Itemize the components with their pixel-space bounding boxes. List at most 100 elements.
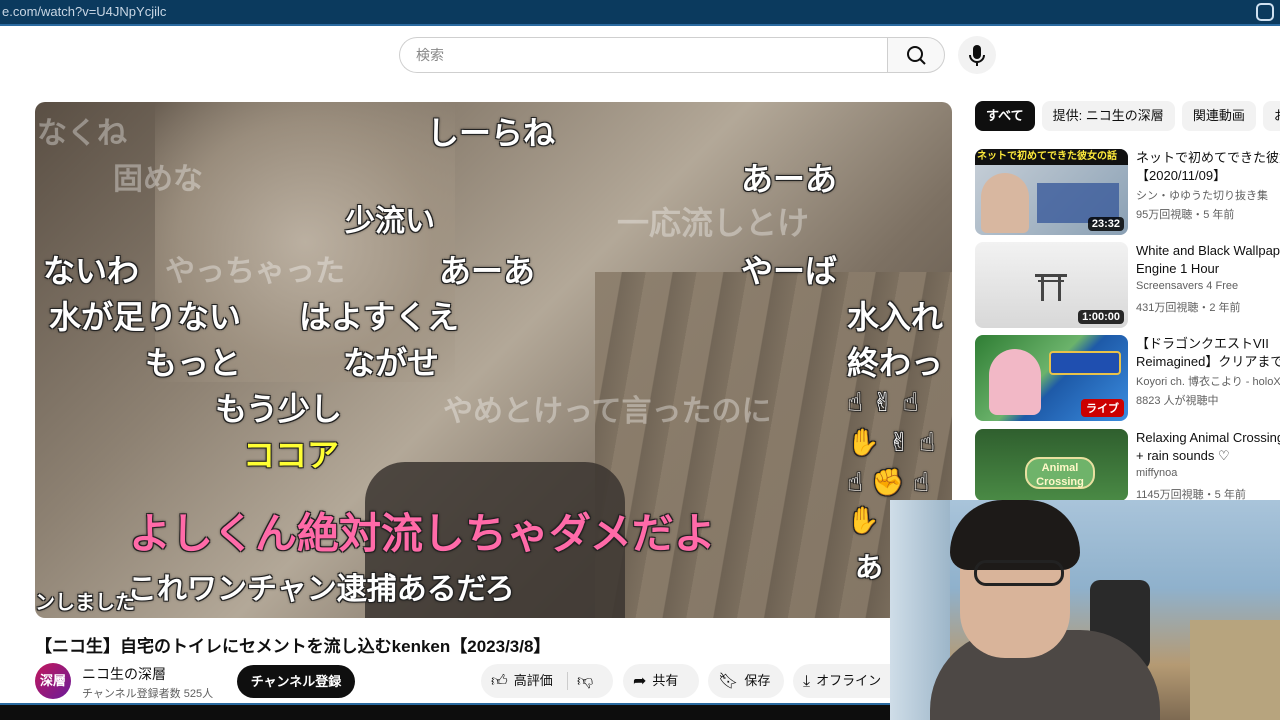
hand-emoji-icon: ☝ ✊ ☝	[847, 468, 930, 498]
danmaku-comment: 一応流しとけ	[617, 204, 810, 242]
recommended-video[interactable]: ネットで初めてできた彼女の話 23:32 ネットで初めてできた彼女 【2020/1…	[975, 149, 1280, 237]
microphone-icon	[969, 45, 985, 66]
chip-more[interactable]: お	[1262, 101, 1280, 131]
offline-label: オフライン	[816, 673, 882, 688]
search-button[interactable]	[887, 37, 945, 73]
danmaku-comment: しーらね	[427, 114, 556, 152]
danmaku-comment: 終わっ	[847, 344, 944, 382]
danmaku-comment: はよすくえ	[299, 298, 460, 336]
channel-avatar[interactable]: 深層	[35, 663, 71, 699]
recommended-title: 【ドラゴンクエストVII Reimagined】クリアまで	[1136, 335, 1280, 371]
title-line: + rain sounds ♡	[1136, 448, 1230, 463]
recommended-meta: 8823 人が視聴中	[1136, 395, 1219, 407]
danmaku-comment: ながせ	[343, 344, 440, 382]
download-icon: ⤓	[803, 672, 811, 690]
copilot-icon[interactable]	[1256, 3, 1274, 21]
recommended-title: White and Black Wallpape Engine 1 Hour	[1136, 242, 1280, 278]
like-dislike-group: 👍︎ 高評価 👎︎	[481, 664, 613, 698]
chip-related[interactable]: 関連動画	[1181, 101, 1256, 131]
live-badge: ライブ	[1081, 399, 1124, 417]
offline-download-button[interactable]: ⤓ オフライン	[793, 664, 890, 698]
like-label: 高評価	[513, 673, 553, 688]
voice-search-button[interactable]	[958, 36, 996, 74]
recommended-channel[interactable]: シン・ゆゆうた切り抜き集	[1136, 187, 1280, 203]
danmaku-comment: ないわ	[43, 252, 140, 290]
subscriber-count: チャンネル登録者数 525人	[82, 688, 214, 700]
hand-emoji-icon: ✋	[847, 506, 880, 536]
chip-all[interactable]: すべて	[975, 101, 1035, 131]
thumbnail-character	[989, 349, 1041, 415]
recommended-channel[interactable]: Koyori ch. 博衣こより - holoX	[1136, 373, 1280, 389]
video-duration: 23:32	[1087, 217, 1124, 231]
save-button[interactable]: 🔖︎ 保存	[708, 664, 784, 698]
danmaku-comment: なくね	[37, 116, 127, 151]
thumbs-up-icon: 👍︎	[491, 672, 508, 690]
address-bar[interactable]: e.com/watch?v=U4JNpYcjilc	[0, 0, 1280, 26]
danmaku-comment: 固めな	[113, 162, 203, 197]
webcam-shelf	[1190, 620, 1280, 720]
danmaku-comment: ココア	[243, 436, 340, 474]
chip-from-channel[interactable]: 提供: ニコ生の深層	[1041, 101, 1175, 131]
danmaku-comment: これワンチャン逮捕あるだろ	[127, 572, 515, 607]
danmaku-comment: あーあ	[439, 252, 536, 290]
thumbnail-logo	[1049, 351, 1121, 375]
like-button[interactable]: 👍︎ 高評価	[481, 664, 567, 698]
video-thumbnail[interactable]: ライブ	[975, 335, 1128, 421]
share-button[interactable]: ➦ 共有	[623, 664, 699, 698]
danmaku-comment: やめとけって言ったのに	[443, 394, 772, 429]
recommended-meta: 431万回視聴・2 年前	[1136, 302, 1241, 314]
danmaku-comment: もっと	[145, 344, 242, 382]
danmaku-comment: やーば	[741, 252, 838, 290]
share-icon: ➦	[633, 672, 647, 690]
danmaku-comment: 少流い	[345, 204, 435, 239]
thumbnail-face	[981, 173, 1029, 233]
hand-emoji-icon: ☝ ✌ ☝	[847, 388, 919, 418]
danmaku-comment: やっちゃった	[165, 254, 345, 289]
title-line: Engine 1 Hour	[1136, 261, 1220, 276]
thumbnail-logo: Animal Crossing	[1025, 457, 1095, 489]
taskbar-edge	[0, 703, 890, 720]
divider	[567, 672, 568, 690]
recommended-video[interactable]: 1:00:00 White and Black Wallpape Engine 1…	[975, 242, 1280, 330]
recommended-video[interactable]: ライブ 【ドラゴンクエストVII Reimagined】クリアまで Koyori …	[975, 335, 1280, 423]
hand-emoji-icon: ✋ ✌ ☝	[847, 428, 936, 458]
title-line: Reimagined】クリアまで	[1136, 354, 1280, 369]
danmaku-comment: 水入れ	[847, 298, 944, 336]
bookmark-icon: 🔖︎	[718, 672, 739, 690]
subscribe-button[interactable]: チャンネル登録	[237, 665, 355, 698]
webcam-person-glasses	[974, 560, 1064, 586]
save-label: 保存	[744, 673, 771, 688]
thumbs-down-icon: 👎︎	[577, 672, 594, 690]
title-line: Relaxing Animal Crossing	[1136, 430, 1280, 445]
video-thumbnail[interactable]: ネットで初めてできた彼女の話 23:32	[975, 149, 1128, 235]
search-input[interactable]: 検索	[399, 37, 887, 73]
recommendation-filter-chips: すべて提供: ニコ生の深層関連動画お	[975, 101, 1280, 131]
recommended-channel[interactable]: miffynoa	[1136, 467, 1280, 479]
danmaku-comment: あーあ	[741, 160, 838, 198]
channel-name[interactable]: ニコ生の深層	[82, 664, 166, 684]
video-thumbnail[interactable]: Animal Crossing	[975, 429, 1128, 501]
recommended-meta: 95万回視聴・5 年前	[1136, 209, 1235, 221]
danmaku-comment: ンしました	[35, 590, 135, 614]
danmaku-comment: もう少し	[215, 390, 343, 428]
recommended-title: ネットで初めてできた彼女 【2020/11/09】	[1136, 149, 1280, 185]
share-label: 共有	[652, 673, 679, 688]
title-line: 【2020/11/09】	[1136, 168, 1227, 183]
video-title: 【ニコ生】自宅のトイレにセメントを流し込むkenken【2023/3/8】	[35, 637, 551, 656]
danmaku-comment: よしくん絶対流しちゃダメだよ	[129, 509, 716, 558]
thumbnail-caption: ネットで初めてできた彼女の話	[975, 149, 1128, 165]
title-line: 【ドラゴンクエストVII	[1136, 336, 1269, 351]
danmaku-comment: 水が足りない	[49, 298, 242, 336]
title-line: White and Black Wallpape	[1136, 243, 1280, 258]
danmaku-comment: あ	[855, 551, 884, 584]
search-bar: 検索	[399, 37, 945, 73]
video-player[interactable]: なくね しーらね 固めな あーあ 少流い 一応流しとけ ないわ やっちゃった あ…	[35, 102, 952, 618]
webcam-overlay	[890, 500, 1280, 720]
video-duration: 1:00:00	[1078, 310, 1124, 324]
recommended-channel[interactable]: Screensavers 4 Free	[1136, 280, 1280, 292]
video-thumbnail[interactable]: 1:00:00	[975, 242, 1128, 328]
dislike-button[interactable]: 👎︎	[577, 664, 613, 698]
recommended-title: Relaxing Animal Crossing + rain sounds ♡	[1136, 429, 1280, 465]
url-text[interactable]: e.com/watch?v=U4JNpYcjilc	[2, 4, 166, 19]
search-icon	[907, 46, 926, 65]
